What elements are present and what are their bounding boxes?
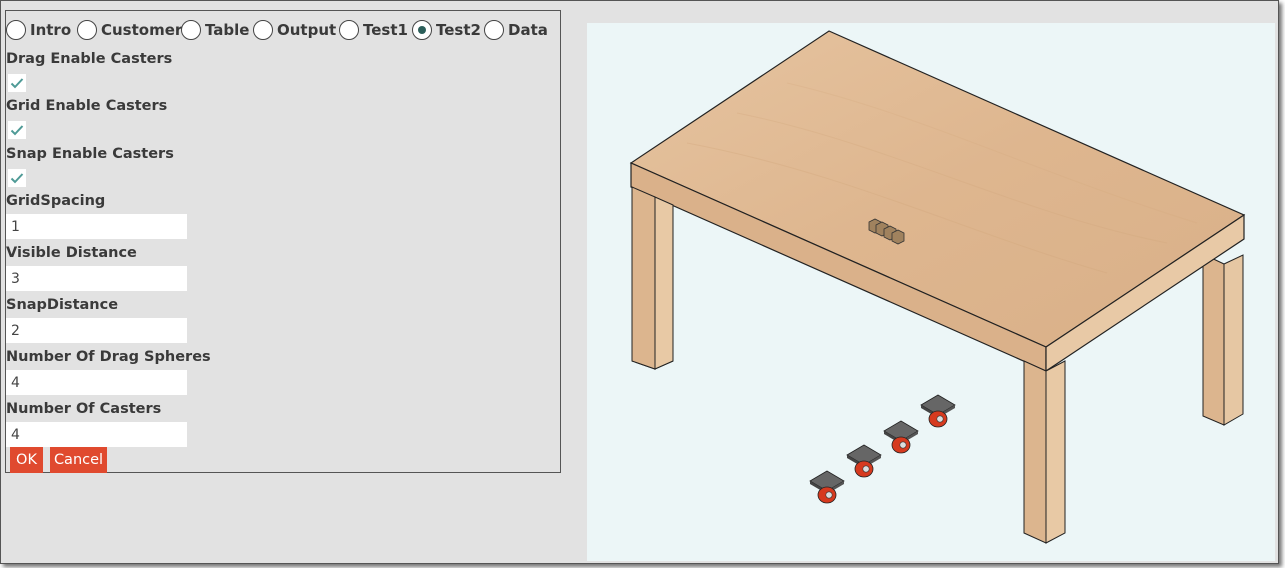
configurator-panel: Intro Customer Table Output Test1 Test2 bbox=[5, 10, 561, 473]
tab-data[interactable]: Data bbox=[484, 18, 548, 42]
radio-intro[interactable] bbox=[6, 20, 26, 40]
tab-customer[interactable]: Customer bbox=[77, 18, 182, 42]
tab-table[interactable]: Table bbox=[181, 18, 249, 42]
checkmark-icon bbox=[10, 78, 24, 89]
grid-enable-label: Grid Enable Casters bbox=[6, 98, 168, 114]
table-leg-front-left bbox=[631, 186, 674, 370]
drag-spheres-label: Number Of Drag Spheres bbox=[6, 349, 211, 365]
radio-table[interactable] bbox=[181, 20, 201, 40]
ok-button[interactable]: OK bbox=[10, 447, 43, 473]
grid-enable-checkbox[interactable] bbox=[8, 121, 26, 139]
visible-distance-label: Visible Distance bbox=[6, 245, 137, 261]
grid-spacing-input[interactable] bbox=[6, 214, 187, 239]
drag-spheres-input[interactable] bbox=[6, 370, 187, 395]
tab-bar: Intro Customer Table Output Test1 Test2 bbox=[6, 18, 562, 42]
snap-enable-checkbox[interactable] bbox=[8, 169, 26, 187]
caster-3[interactable] bbox=[883, 420, 919, 454]
caster-1[interactable] bbox=[809, 470, 845, 504]
grid-spacing-label: GridSpacing bbox=[6, 193, 106, 209]
drag-enable-checkbox[interactable] bbox=[8, 74, 26, 92]
caster-2[interactable] bbox=[846, 444, 882, 478]
tab-test2[interactable]: Test2 bbox=[412, 18, 481, 42]
casters-label: Number Of Casters bbox=[6, 401, 162, 417]
radio-test2[interactable] bbox=[412, 20, 432, 40]
visible-distance-input[interactable] bbox=[6, 266, 187, 291]
tab-intro-label: Intro bbox=[30, 21, 72, 39]
3d-viewport[interactable] bbox=[587, 23, 1275, 561]
checkmark-icon bbox=[10, 173, 24, 184]
app-window: Intro Customer Table Output Test1 Test2 bbox=[0, 0, 1279, 564]
drag-enable-label: Drag Enable Casters bbox=[6, 51, 173, 67]
tab-table-label: Table bbox=[205, 21, 250, 39]
snap-enable-label: Snap Enable Casters bbox=[6, 146, 174, 162]
table-model bbox=[629, 30, 1246, 544]
cancel-button[interactable]: Cancel bbox=[50, 447, 107, 473]
tab-test1-label: Test1 bbox=[363, 21, 408, 39]
table-top bbox=[629, 30, 1246, 373]
caster-4[interactable] bbox=[920, 394, 956, 428]
snap-distance-input[interactable] bbox=[6, 318, 187, 343]
tab-intro[interactable]: Intro bbox=[6, 18, 71, 42]
checkmark-icon bbox=[10, 125, 24, 136]
tab-test1[interactable]: Test1 bbox=[339, 18, 408, 42]
casters-input[interactable] bbox=[6, 422, 187, 447]
tab-data-label: Data bbox=[508, 21, 548, 39]
tab-customer-label: Customer bbox=[101, 21, 183, 39]
tab-test2-label: Test2 bbox=[436, 21, 481, 39]
tab-output-label: Output bbox=[277, 21, 337, 39]
table-leg-front-right bbox=[1023, 360, 1066, 544]
radio-output[interactable] bbox=[253, 20, 273, 40]
tab-output[interactable]: Output bbox=[253, 18, 336, 42]
radio-test1[interactable] bbox=[339, 20, 359, 40]
radio-data[interactable] bbox=[484, 20, 504, 40]
radio-customer[interactable] bbox=[77, 20, 97, 40]
table-leg-back-right bbox=[1202, 253, 1244, 426]
snap-distance-label: SnapDistance bbox=[6, 297, 119, 313]
